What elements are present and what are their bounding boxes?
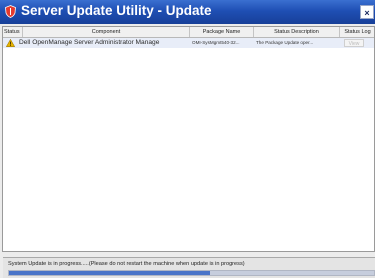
close-button[interactable]: ×	[360, 5, 374, 19]
view-log-button[interactable]: View	[344, 39, 364, 47]
package-name-cell: OMI-SysMgmt540-32...	[192, 40, 240, 45]
table-header: Status Component Package Name Status Des…	[3, 27, 374, 38]
status-description-cell: The Package Update oper...	[256, 40, 314, 45]
dell-shield-icon	[5, 5, 16, 18]
component-cell: Dell OpenManage Server Administrator Man…	[19, 39, 160, 46]
window-title: Server Update Utility - Update	[21, 3, 212, 18]
status-panel: System Update is in progress.....(Please…	[3, 257, 375, 278]
update-progress-fill	[9, 271, 210, 275]
title-bar[interactable]: Server Update Utility - Update ×	[0, 0, 375, 24]
update-progress-bar	[8, 270, 375, 276]
warning-icon	[6, 39, 15, 47]
update-table: Status Component Package Name Status Des…	[2, 26, 375, 252]
column-header-component[interactable]: Component	[23, 27, 190, 37]
column-header-status-log[interactable]: Status Log	[340, 27, 374, 37]
update-status-text: System Update is in progress.....(Please…	[8, 261, 245, 267]
update-window: Server Update Utility - Update × Status …	[0, 0, 375, 278]
column-header-status-description[interactable]: Status Description	[254, 27, 340, 37]
table-row[interactable]: Dell OpenManage Server Administrator Man…	[3, 38, 374, 48]
column-header-package-name[interactable]: Package Name	[190, 27, 254, 37]
column-header-status[interactable]: Status	[3, 27, 23, 37]
